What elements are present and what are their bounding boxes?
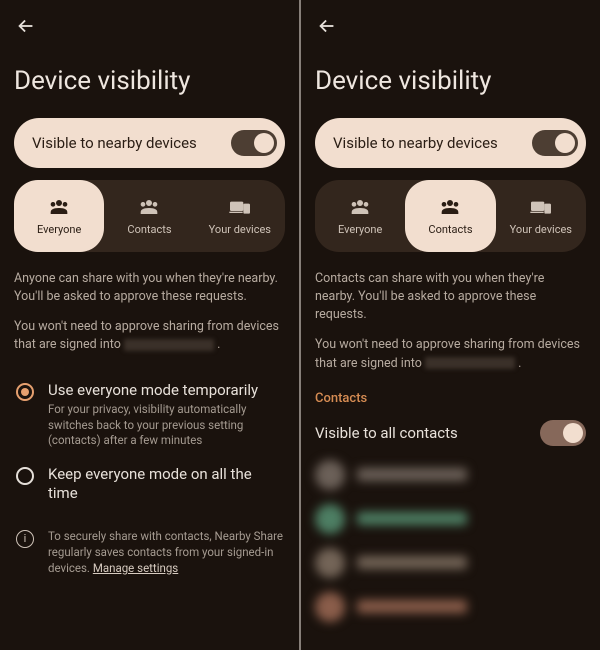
tab-contacts[interactable]: Contacts — [104, 180, 194, 252]
tab-your-devices[interactable]: Your devices — [195, 180, 285, 252]
avatar — [315, 504, 345, 534]
screen-contacts: Device visibility Visible to nearby devi… — [301, 0, 600, 650]
contact-item[interactable] — [315, 548, 586, 578]
contact-name-redacted — [357, 512, 467, 525]
visible-all-contacts-row[interactable]: Visible to all contacts — [315, 420, 586, 446]
tab-everyone[interactable]: Everyone — [315, 180, 405, 252]
page-title: Device visibility — [14, 66, 285, 96]
contact-item[interactable] — [315, 592, 586, 622]
contacts-list — [315, 460, 586, 636]
tab-everyone-label: Everyone — [338, 223, 382, 236]
radio-icon — [16, 383, 34, 401]
visibility-segmented-control: Everyone Contacts Your devices — [315, 180, 586, 252]
screen-everyone: Device visibility Visible to nearby devi… — [0, 0, 299, 650]
devices-icon — [529, 197, 553, 217]
description-primary: Contacts can share with you when they're… — [315, 270, 586, 324]
visible-to-nearby-row[interactable]: Visible to nearby devices — [315, 118, 586, 168]
radio-icon — [16, 467, 34, 485]
tab-everyone-label: Everyone — [37, 223, 81, 236]
radio-temporary-sub: For your privacy, visibility automatical… — [48, 402, 283, 449]
contact-item[interactable] — [315, 504, 586, 534]
avatar — [315, 548, 345, 578]
visible-label: Visible to nearby devices — [32, 134, 197, 152]
contact-name-redacted — [357, 556, 467, 569]
radio-temporary[interactable]: Use everyone mode temporarily For your p… — [14, 373, 285, 457]
info-icon: i — [16, 530, 34, 548]
radio-temporary-title: Use everyone mode temporarily — [48, 381, 283, 401]
info-text: To securely share with contacts, Nearby … — [48, 528, 283, 576]
redacted-account — [124, 339, 214, 351]
contact-item[interactable] — [315, 460, 586, 490]
visibility-segmented-control: Everyone Contacts Your devices — [14, 180, 285, 252]
everyone-mode-options: Use everyone mode temporarily For your p… — [14, 373, 285, 512]
manage-settings-link[interactable]: Manage settings — [93, 561, 178, 575]
contact-name-redacted — [357, 468, 467, 481]
page-title: Device visibility — [315, 66, 586, 96]
radio-always-title: Keep everyone mode on all the time — [48, 465, 283, 504]
description-primary: Anyone can share with you when they're n… — [14, 270, 285, 306]
visible-toggle[interactable] — [532, 130, 578, 156]
visible-to-nearby-row[interactable]: Visible to nearby devices — [14, 118, 285, 168]
contact-name-redacted — [357, 600, 467, 613]
devices-icon — [228, 197, 252, 217]
tab-devices-label: Your devices — [209, 223, 271, 236]
back-button[interactable] — [14, 14, 38, 38]
info-row: i To securely share with contacts, Nearb… — [14, 520, 285, 576]
people-group-icon — [137, 197, 161, 217]
people-group-icon — [47, 197, 71, 217]
people-group-icon — [348, 197, 372, 217]
visible-all-contacts-label: Visible to all contacts — [315, 424, 458, 442]
radio-always[interactable]: Keep everyone mode on all the time — [14, 457, 285, 512]
description-secondary: You won't need to approve sharing from d… — [315, 336, 586, 372]
contacts-section-header: Contacts — [315, 391, 586, 406]
tab-contacts[interactable]: Contacts — [405, 180, 495, 252]
description-secondary: You won't need to approve sharing from d… — [14, 318, 285, 354]
tab-everyone[interactable]: Everyone — [14, 180, 104, 252]
back-button[interactable] — [315, 14, 339, 38]
avatar — [315, 460, 345, 490]
people-group-icon — [438, 197, 462, 217]
tab-contacts-label: Contacts — [127, 223, 171, 236]
tab-devices-label: Your devices — [510, 223, 572, 236]
tab-contacts-label: Contacts — [428, 223, 472, 236]
redacted-account — [425, 357, 515, 369]
visible-toggle[interactable] — [231, 130, 277, 156]
avatar — [315, 592, 345, 622]
tab-your-devices[interactable]: Your devices — [496, 180, 586, 252]
all-contacts-toggle[interactable] — [540, 420, 586, 446]
visible-label: Visible to nearby devices — [333, 134, 498, 152]
